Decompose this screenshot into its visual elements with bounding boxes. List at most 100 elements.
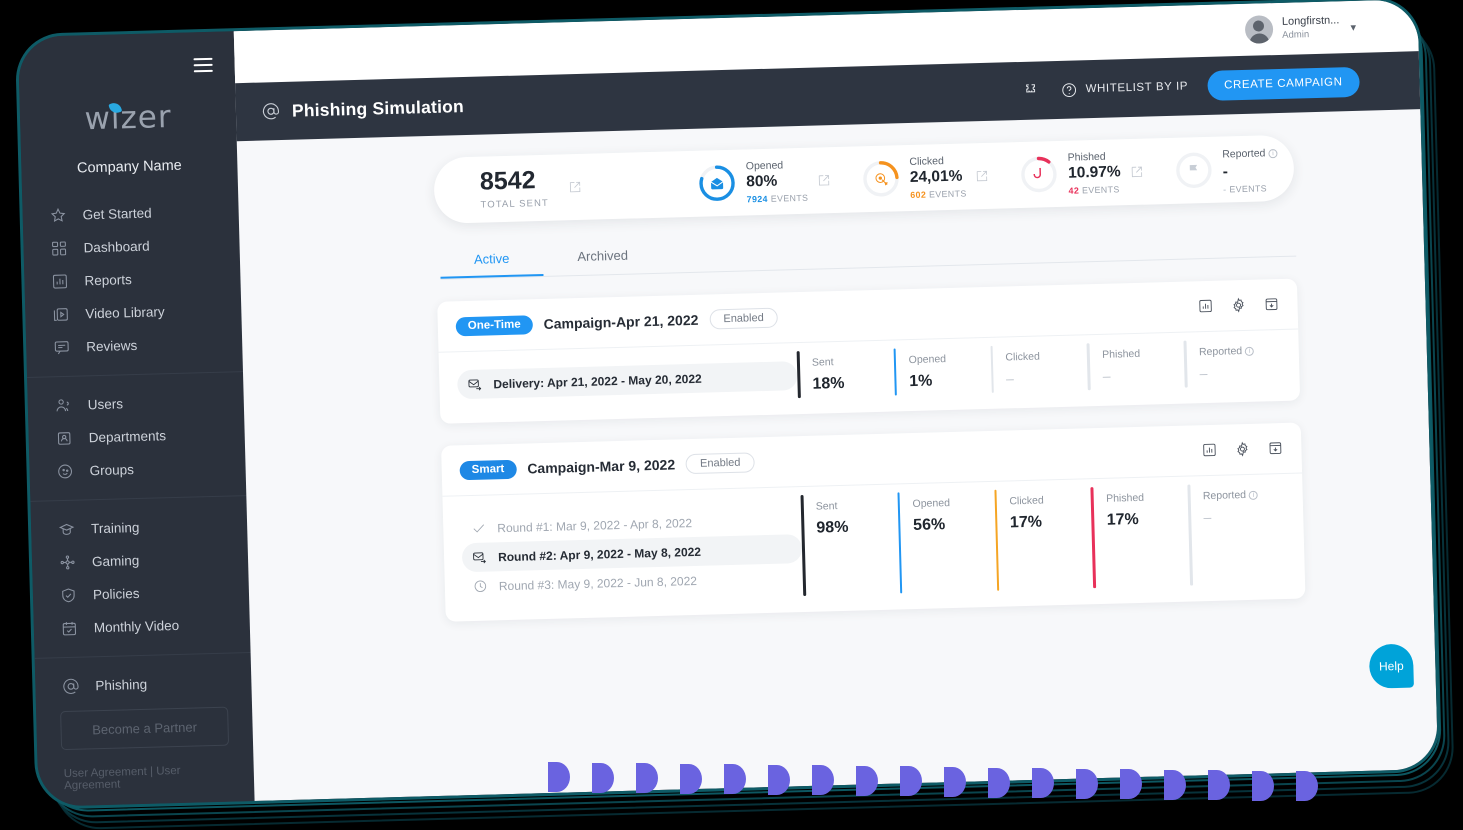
calendar-check-icon	[60, 619, 78, 637]
reported-donut-chart	[1173, 150, 1214, 191]
campaign-name: Campaign-Apr 21, 2022	[543, 311, 699, 332]
star-icon	[48, 206, 66, 224]
external-link-icon[interactable]	[817, 173, 831, 187]
stat-events-count: 7924	[746, 193, 769, 205]
metric-value: 98%	[816, 518, 849, 537]
become-a-partner-button[interactable]: Become a Partner	[60, 706, 230, 751]
metric-value: –	[1102, 367, 1111, 384]
sidebar-footer: Become a Partner User Agreement | User A…	[36, 706, 254, 807]
status-badge: Enabled	[685, 452, 755, 475]
info-icon[interactable]: i	[1245, 346, 1255, 356]
metric-value: 56%	[912, 516, 946, 535]
envelope-send-icon	[472, 550, 487, 565]
avatar	[1244, 15, 1274, 44]
flag-icon	[1173, 150, 1214, 191]
user-name: Longfirstn...	[1281, 14, 1340, 29]
phished-donut-chart	[1019, 154, 1060, 195]
whitelist-by-ip-button[interactable]: WHITELIST BY IP	[1060, 78, 1188, 98]
stat-total-sent: 8542 TOTAL SENT	[480, 166, 583, 210]
metric-value: 17%	[1009, 513, 1043, 532]
info-icon[interactable]: i	[1268, 148, 1278, 159]
stat-events-label: EVENTS	[770, 192, 809, 204]
campaign-metrics: Sent 98% Opened 56% Clicked 17% Phished 17% Repo…	[801, 488, 1287, 592]
sidebar-item-label: Video Library	[85, 304, 165, 322]
metric-label: Phished	[1102, 347, 1141, 361]
user-menu[interactable]: Longfirstn... Admin ▾	[1244, 13, 1357, 44]
page-title: Phishing Simulation	[291, 95, 465, 121]
chevron-down-icon[interactable]: ▾	[1350, 20, 1356, 33]
fish-hook-icon	[1019, 154, 1060, 195]
tab-active[interactable]: Active	[439, 240, 544, 279]
stat-events-label: EVENTS	[1081, 184, 1120, 196]
archive-box-icon[interactable]	[1263, 296, 1279, 312]
metric-label: Opened	[908, 353, 947, 367]
metric-value: –	[1005, 370, 1015, 387]
metric-value: 1%	[909, 372, 933, 391]
group-circle-icon	[55, 462, 73, 480]
stat-label: Opened	[745, 159, 784, 173]
sidebar-item-reviews[interactable]: Reviews	[26, 326, 243, 365]
company-name: Company Name	[76, 157, 182, 177]
total-sent-value: 8542	[479, 165, 536, 196]
status-badge: Enabled	[709, 307, 779, 330]
sidebar-item-phishing[interactable]: Phishing	[35, 665, 252, 704]
sidebar-item-label: Reviews	[86, 337, 138, 355]
campaign-round[interactable]: Delivery: Apr 21, 2022 - May 20, 2022	[457, 361, 798, 400]
external-link-icon[interactable]	[1130, 165, 1144, 179]
external-link-icon[interactable]	[975, 169, 989, 183]
dashboard-grid-icon	[49, 239, 67, 257]
sidebar-item-label: Users	[87, 396, 124, 413]
stat-label: Reported	[1222, 147, 1266, 161]
help-question-icon	[1060, 81, 1077, 98]
sidebar-item-label: Phishing	[95, 676, 148, 694]
metric-sent: Sent 18%	[797, 355, 895, 395]
gear-icon[interactable]	[1230, 297, 1246, 313]
hamburger-menu-icon[interactable]	[193, 54, 213, 77]
sidebar-item-label: Departments	[88, 428, 167, 446]
check-icon	[471, 521, 486, 536]
create-campaign-button[interactable]: CREATE CAMPAIGN	[1206, 66, 1360, 101]
comment-icon	[52, 338, 70, 356]
metric-label: Sent	[811, 356, 834, 369]
info-icon[interactable]: i	[1248, 490, 1259, 500]
campaign-card-list: One-Time Campaign-Apr 21, 2022 Enabled Deli…	[437, 278, 1306, 622]
device-screen: wizer Company Name Get Started Dashboard R…	[17, 0, 1439, 807]
archive-box-icon[interactable]	[1267, 440, 1283, 456]
graduation-cap-icon	[57, 520, 75, 538]
sidebar-item-label: Reports	[84, 272, 132, 289]
round-label: Round #2: Apr 9, 2022 - May 8, 2022	[497, 544, 702, 564]
sidebar-item-label: Get Started	[82, 205, 152, 223]
sidebar-item-monthly-video[interactable]: Monthly Video	[33, 607, 250, 646]
stats-bar-icon[interactable]	[1197, 298, 1213, 314]
gear-icon[interactable]	[1234, 441, 1250, 457]
tab-archived[interactable]: Archived	[543, 238, 662, 276]
screenshot-stage: wizer Company Name Get Started Dashboard R…	[0, 0, 1463, 830]
campaign-type-badge: Smart	[459, 459, 517, 480]
stat-reported: Reported i - - EVENTS	[1173, 143, 1279, 196]
user-role: Admin	[1282, 29, 1310, 41]
puzzle-plugin-icon[interactable]	[1024, 82, 1041, 99]
content-area: Longfirstn... Admin ▾ Phishing Simulatio…	[233, 0, 1439, 801]
stat-events-count: -	[1223, 184, 1227, 195]
campaign-type-badge: One-Time	[455, 314, 533, 336]
campaign-card-actions	[1197, 296, 1279, 314]
help-button[interactable]: Help	[1368, 643, 1414, 689]
stats-bar-icon[interactable]	[1201, 442, 1217, 458]
stat-events-label: EVENTS	[928, 188, 967, 200]
metric-opened: Opened 1%	[894, 352, 992, 392]
campaign-name: Campaign-Mar 9, 2022	[527, 456, 676, 477]
stat-value: 24,01%	[909, 167, 963, 187]
stat-value: -	[1222, 163, 1229, 181]
campaign-rounds: Delivery: Apr 21, 2022 - May 20, 2022	[457, 357, 798, 403]
sidebar-item-groups[interactable]: Groups	[29, 450, 246, 489]
stat-label: Phished	[1067, 150, 1106, 164]
metric-reported: Reported i –	[1184, 344, 1282, 384]
total-sent-label: TOTAL SENT	[480, 197, 550, 211]
metric-value: 18%	[812, 374, 845, 393]
metric-label: Reported	[1202, 489, 1247, 503]
metric-label: Sent	[815, 500, 838, 513]
sidebar-item-label: Groups	[89, 462, 135, 479]
external-link-icon[interactable]	[568, 180, 582, 194]
campaign-card-body: Round #1: Mar 9, 2022 - Apr 8, 2022 Round…	[442, 472, 1306, 622]
user-agreement-links[interactable]: User Agreement | User Agreement	[61, 746, 230, 793]
